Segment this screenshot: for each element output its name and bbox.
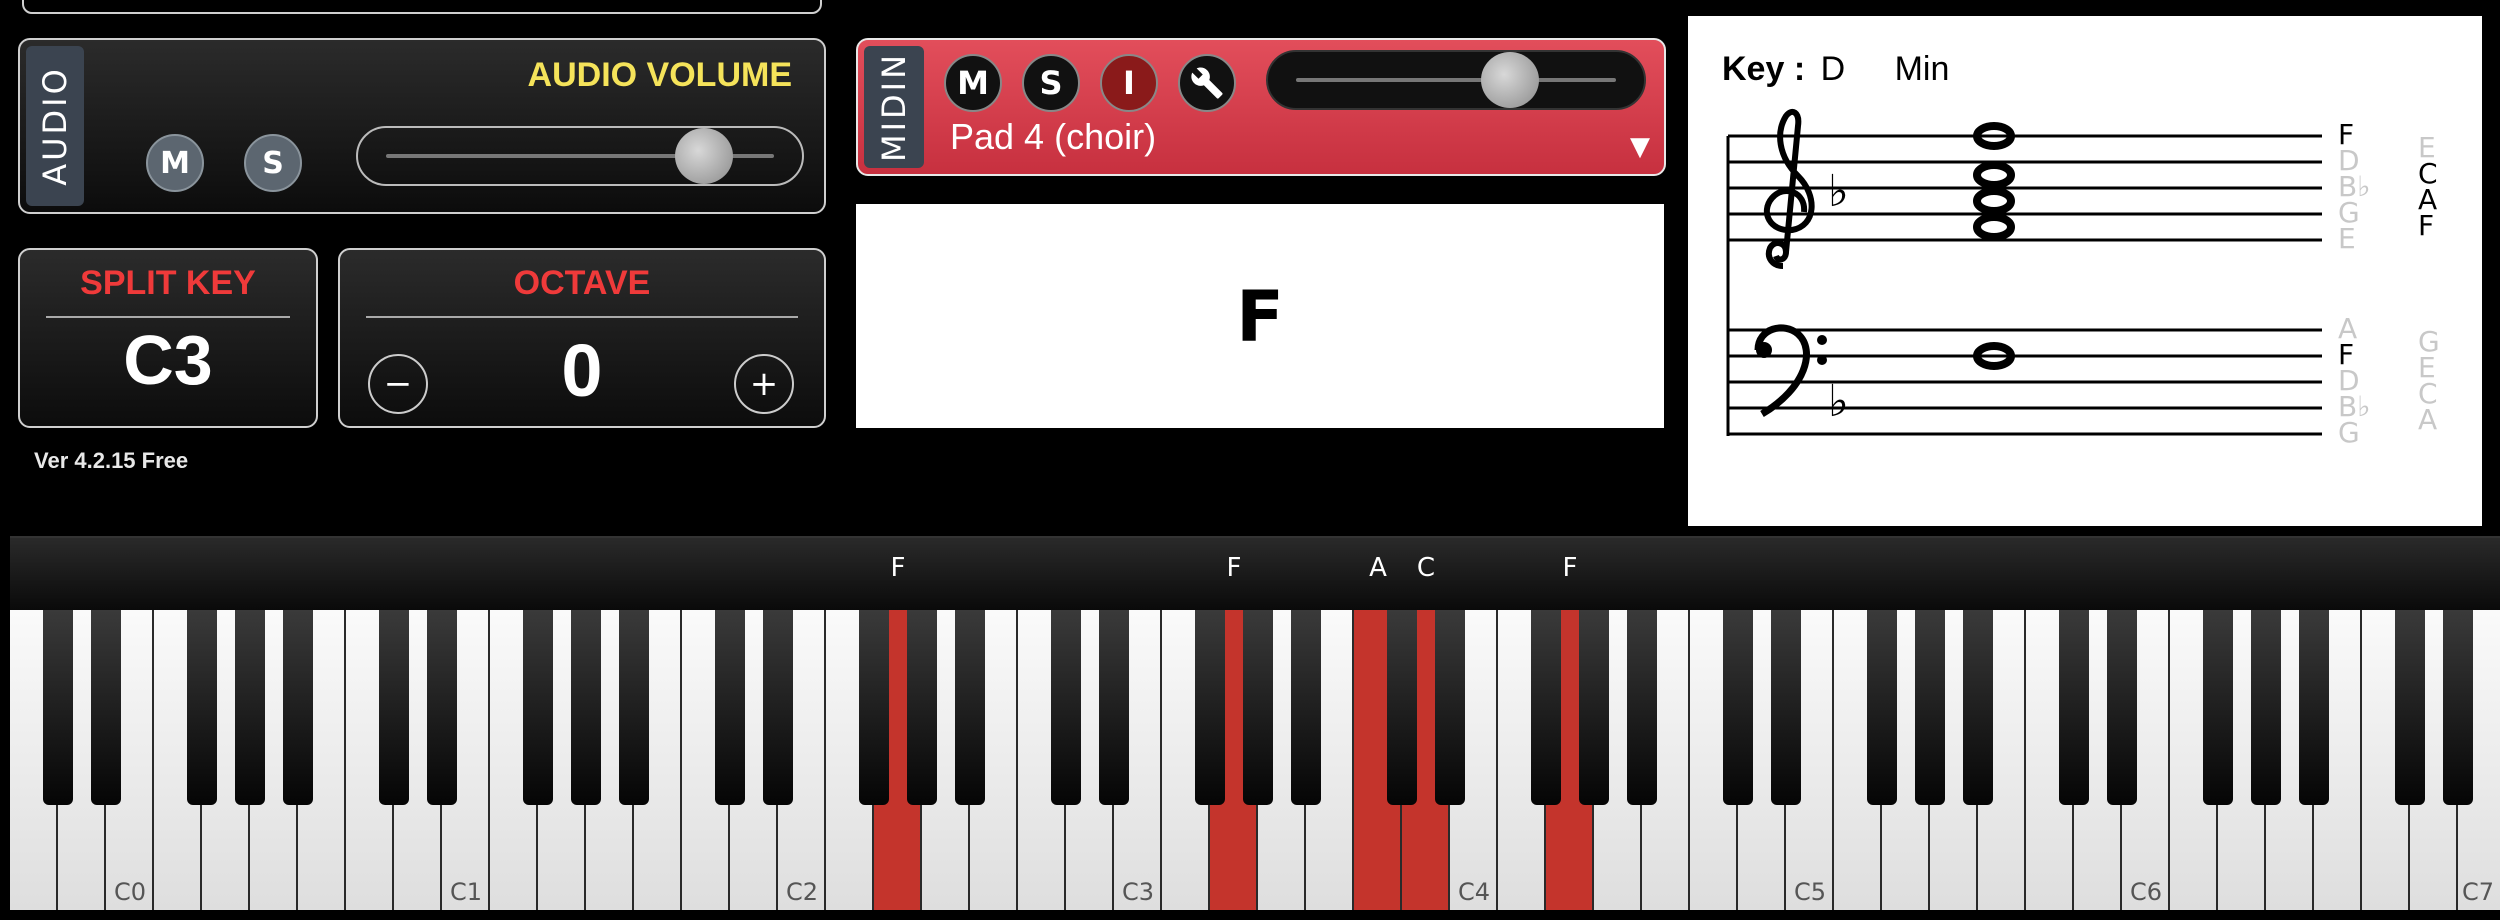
- audio-volume-title: AUDIO VOLUME: [527, 56, 792, 94]
- key-note-label: C: [1416, 553, 1436, 583]
- midi-input-button[interactable]: I: [1100, 54, 1158, 112]
- midi-tab-label: MIDIN: [875, 51, 913, 163]
- audio-tab-label: AUDIO: [36, 66, 75, 186]
- black-key[interactable]: [235, 610, 265, 805]
- black-key[interactable]: [1915, 610, 1945, 805]
- key-note-label: F: [1562, 553, 1578, 583]
- black-key[interactable]: [907, 610, 937, 805]
- audio-volume-slider[interactable]: [356, 126, 804, 186]
- key-note-label: F: [1226, 553, 1242, 583]
- black-key[interactable]: [523, 610, 553, 805]
- midi-mute-button[interactable]: M: [944, 54, 1002, 112]
- black-key[interactable]: [1963, 610, 1993, 805]
- black-key[interactable]: [859, 610, 889, 805]
- audio-mute-label: M: [160, 145, 190, 181]
- black-key[interactable]: [1099, 610, 1129, 805]
- octave-label: C5: [1794, 878, 1827, 906]
- wrench-icon: [1191, 67, 1223, 99]
- version-text: Ver 4.2.15 Free: [34, 448, 189, 473]
- black-key[interactable]: [1195, 610, 1225, 805]
- bass-flat-icon: ♭: [1828, 376, 1849, 427]
- black-key[interactable]: [1387, 610, 1417, 805]
- bass-clef-icon: [1754, 324, 1810, 418]
- chord-name: F: [1236, 276, 1284, 358]
- black-key[interactable]: [1771, 610, 1801, 805]
- audio-solo-button[interactable]: S: [244, 134, 302, 192]
- black-key[interactable]: [955, 610, 985, 805]
- octave-title: OCTAVE: [513, 264, 651, 302]
- octave-label: C4: [1458, 878, 1491, 906]
- octave-divider: [366, 316, 798, 318]
- black-key[interactable]: [1243, 610, 1273, 805]
- staff-notation: [1726, 108, 2322, 436]
- octave-label: C7: [2462, 878, 2495, 906]
- audio-tab[interactable]: AUDIO: [26, 46, 84, 206]
- black-key[interactable]: [2395, 610, 2425, 805]
- midi-volume-slider[interactable]: [1266, 50, 1646, 110]
- octave-label: C1: [450, 878, 483, 906]
- black-key[interactable]: [1627, 610, 1657, 805]
- black-key[interactable]: [715, 610, 745, 805]
- chord-display: F: [856, 204, 1664, 428]
- black-key[interactable]: [91, 610, 121, 805]
- split-key-divider: [46, 316, 290, 318]
- key-note-label: F: [890, 553, 906, 583]
- midi-mute-label: M: [957, 64, 989, 102]
- treble-space-label: F: [2418, 209, 2435, 242]
- midi-input-label: I: [1123, 64, 1135, 102]
- treble-flat-icon: ♭: [1828, 166, 1849, 217]
- octave-increase-button[interactable]: +: [734, 354, 794, 414]
- black-key[interactable]: [1867, 610, 1897, 805]
- audio-solo-label: S: [262, 145, 284, 181]
- black-key[interactable]: [427, 610, 457, 805]
- bass-line-label: G: [2338, 416, 2360, 449]
- bass-space-label: A: [2418, 403, 2438, 436]
- midi-solo-label: S: [1039, 64, 1063, 102]
- black-key[interactable]: [2059, 610, 2089, 805]
- plus-icon: +: [749, 364, 779, 404]
- audio-volume-knob[interactable]: [675, 128, 733, 184]
- midi-panel: MIDIN M S I Pad 4 (choir) ▼: [856, 38, 1666, 176]
- split-key-value[interactable]: C3: [20, 320, 316, 400]
- black-key[interactable]: [1723, 610, 1753, 805]
- midi-solo-button[interactable]: S: [1022, 54, 1080, 112]
- octave-label: C6: [2130, 878, 2163, 906]
- octave-label: C0: [114, 878, 147, 906]
- midi-volume-knob[interactable]: [1481, 52, 1539, 108]
- black-key[interactable]: [1051, 610, 1081, 805]
- black-key[interactable]: [1579, 610, 1609, 805]
- split-key-title: SPLIT KEY: [80, 264, 256, 302]
- keyboard-header: [10, 536, 2500, 610]
- instrument-dropdown-icon[interactable]: ▼: [1630, 132, 1650, 162]
- octave-panel: OCTAVE − 0 +: [338, 248, 826, 428]
- black-key[interactable]: [187, 610, 217, 805]
- black-key[interactable]: [2443, 610, 2473, 805]
- black-key[interactable]: [2251, 610, 2281, 805]
- black-key[interactable]: [43, 610, 73, 805]
- black-key[interactable]: [619, 610, 649, 805]
- octave-label: C2: [786, 878, 819, 906]
- black-key[interactable]: [2203, 610, 2233, 805]
- key-note-label: A: [1369, 553, 1387, 583]
- midi-volume-track: [1296, 78, 1616, 82]
- black-key[interactable]: [763, 610, 793, 805]
- black-key[interactable]: [2107, 610, 2137, 805]
- octave-label: C3: [1122, 878, 1155, 906]
- audio-mute-button[interactable]: M: [146, 134, 204, 192]
- black-key[interactable]: [283, 610, 313, 805]
- black-key[interactable]: [571, 610, 601, 805]
- midi-instrument-name[interactable]: Pad 4 (choir): [950, 116, 1156, 158]
- black-key[interactable]: [1291, 610, 1321, 805]
- black-key[interactable]: [2299, 610, 2329, 805]
- black-key[interactable]: [1435, 610, 1465, 805]
- split-key-panel: SPLIT KEY C3: [18, 248, 318, 428]
- midi-tab[interactable]: MIDIN: [864, 46, 924, 168]
- notation-panel: Key : D Min ♭ ♭ F D B♭ G E E C A F A F D…: [1688, 16, 2482, 526]
- top-partial-panel: [22, 0, 822, 14]
- audio-panel: AUDIO AUDIO VOLUME M S: [18, 38, 826, 214]
- black-key[interactable]: [1531, 610, 1561, 805]
- midi-settings-button[interactable]: [1178, 54, 1236, 112]
- treble-line-label: E: [2338, 222, 2356, 255]
- black-key[interactable]: [379, 610, 409, 805]
